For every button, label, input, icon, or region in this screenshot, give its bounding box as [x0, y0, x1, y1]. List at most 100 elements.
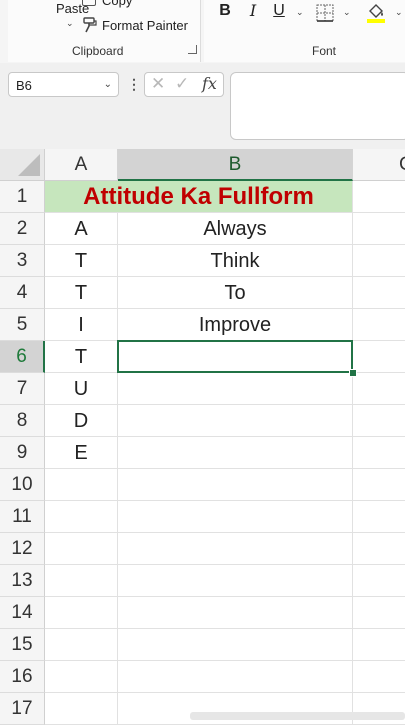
- name-box-value: B6: [16, 78, 32, 93]
- fill-handle[interactable]: [349, 369, 357, 377]
- horizontal-scrollbar[interactable]: [190, 712, 405, 720]
- cell-b[interactable]: To: [118, 277, 353, 309]
- enter-check-icon[interactable]: ✓: [175, 74, 189, 94]
- chevron-down-icon[interactable]: ⌄: [104, 79, 112, 90]
- row-header[interactable]: 1: [0, 181, 45, 213]
- cell-b[interactable]: [118, 565, 353, 597]
- cell-a[interactable]: A: [45, 213, 118, 245]
- italic-button[interactable]: I: [246, 0, 260, 22]
- cell-c[interactable]: [353, 181, 405, 213]
- row-header[interactable]: 10: [0, 469, 45, 501]
- borders-chevron-icon[interactable]: ⌄: [343, 7, 351, 18]
- row-header[interactable]: 16: [0, 661, 45, 693]
- cell-b[interactable]: [118, 437, 353, 469]
- cell-a[interactable]: [45, 597, 118, 629]
- cell-c[interactable]: [353, 565, 405, 597]
- active-cell-selection[interactable]: [117, 340, 353, 373]
- cell-c[interactable]: [353, 309, 405, 341]
- cell-c[interactable]: [353, 437, 405, 469]
- format-painter-label: Format Painter: [102, 18, 188, 33]
- formula-bar-area: B6 ⌄ ⋮ ✕ ✓ fx: [0, 63, 405, 149]
- row-header[interactable]: 8: [0, 405, 45, 437]
- fill-color-icon[interactable]: [366, 2, 386, 24]
- cell-c[interactable]: [353, 405, 405, 437]
- fill-color-chevron-icon[interactable]: ⌄: [395, 7, 403, 18]
- cell-a[interactable]: E: [45, 437, 118, 469]
- cell-a[interactable]: [45, 565, 118, 597]
- cell-b[interactable]: [118, 469, 353, 501]
- underline-button[interactable]: U: [272, 0, 286, 22]
- copy-icon: [82, 0, 96, 6]
- borders-icon[interactable]: [316, 4, 334, 22]
- row-header[interactable]: 11: [0, 501, 45, 533]
- cell-a[interactable]: T: [45, 341, 118, 373]
- underline-chevron-icon[interactable]: ⌄: [296, 7, 304, 18]
- cell-c[interactable]: [353, 245, 405, 277]
- cell-c[interactable]: [353, 373, 405, 405]
- cell-c[interactable]: [353, 501, 405, 533]
- title-cell[interactable]: Attitude Ka Fullform: [45, 181, 353, 213]
- row-header[interactable]: 12: [0, 533, 45, 565]
- cell-b[interactable]: [118, 501, 353, 533]
- copy-button[interactable]: Copy: [82, 0, 132, 8]
- chevron-down-icon[interactable]: ⌄: [66, 18, 74, 29]
- cell-a[interactable]: [45, 661, 118, 693]
- row-header[interactable]: 5: [0, 309, 45, 341]
- ribbon: Paste ⌄ Copy Format Painter Clipboard B …: [0, 0, 405, 63]
- cell-b[interactable]: [118, 373, 353, 405]
- cell-b[interactable]: [118, 597, 353, 629]
- cell-c[interactable]: [353, 469, 405, 501]
- select-all-button[interactable]: [0, 149, 45, 181]
- cell-b[interactable]: [118, 661, 353, 693]
- row-header[interactable]: 7: [0, 373, 45, 405]
- cell-b[interactable]: [118, 629, 353, 661]
- insert-function-icon[interactable]: fx: [202, 74, 217, 93]
- cell-c[interactable]: [353, 693, 405, 725]
- cell-c[interactable]: [353, 277, 405, 309]
- more-options-icon[interactable]: ⋮: [127, 76, 141, 93]
- cell-c[interactable]: [353, 629, 405, 661]
- cell-a[interactable]: [45, 693, 118, 725]
- name-box[interactable]: B6 ⌄: [8, 72, 119, 97]
- cell-b[interactable]: [118, 533, 353, 565]
- row-header[interactable]: 9: [0, 437, 45, 469]
- bold-button[interactable]: B: [218, 0, 232, 22]
- column-header-b[interactable]: B: [118, 149, 353, 181]
- clipboard-launcher-icon[interactable]: [188, 45, 197, 54]
- row-header[interactable]: 14: [0, 597, 45, 629]
- row-header[interactable]: 13: [0, 565, 45, 597]
- row-header[interactable]: 15: [0, 629, 45, 661]
- formula-input[interactable]: [230, 72, 405, 140]
- cell-c[interactable]: [353, 661, 405, 693]
- cell-b[interactable]: [118, 405, 353, 437]
- row-header[interactable]: 2: [0, 213, 45, 245]
- cell-b[interactable]: Always: [118, 213, 353, 245]
- cell-a[interactable]: [45, 501, 118, 533]
- cell-c[interactable]: [353, 341, 405, 373]
- cell-a[interactable]: [45, 533, 118, 565]
- cell-a[interactable]: T: [45, 245, 118, 277]
- cancel-icon[interactable]: ✕: [151, 74, 165, 94]
- cell-b[interactable]: Improve: [118, 309, 353, 341]
- column-header-c[interactable]: C: [353, 149, 405, 181]
- cell-b[interactable]: Think: [118, 245, 353, 277]
- row-header[interactable]: 4: [0, 277, 45, 309]
- cell-a[interactable]: [45, 469, 118, 501]
- row-header[interactable]: 6: [0, 341, 45, 373]
- cell-a[interactable]: [45, 629, 118, 661]
- cell-c[interactable]: [353, 533, 405, 565]
- cell-c[interactable]: [353, 597, 405, 629]
- cell-c[interactable]: [353, 213, 405, 245]
- cell-b[interactable]: [118, 693, 353, 725]
- clipboard-group: Paste ⌄ Copy Format Painter Clipboard: [8, 0, 201, 62]
- cell-a[interactable]: D: [45, 405, 118, 437]
- paste-button[interactable]: Paste ⌄: [26, 0, 89, 40]
- cell-a[interactable]: U: [45, 373, 118, 405]
- cell-a[interactable]: T: [45, 277, 118, 309]
- column-header-a[interactable]: A: [45, 149, 118, 181]
- row-header[interactable]: 3: [0, 245, 45, 277]
- font-group-label: Font: [312, 44, 337, 58]
- row-header[interactable]: 17: [0, 693, 45, 725]
- format-painter-button[interactable]: Format Painter: [82, 17, 188, 33]
- cell-a[interactable]: I: [45, 309, 118, 341]
